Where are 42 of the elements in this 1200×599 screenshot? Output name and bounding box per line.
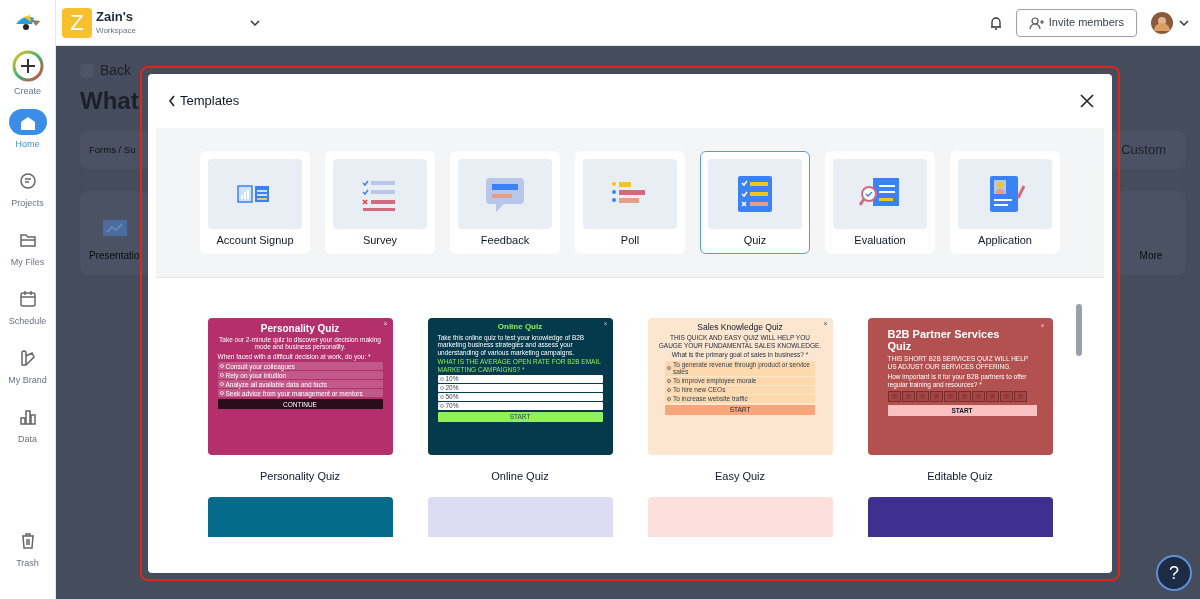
plus-icon (11, 50, 44, 82)
chevron-down-icon[interactable] (1178, 17, 1190, 28)
preview-title: B2B Partner Services Quiz (887, 328, 1001, 353)
template-name: Personality Quiz (259, 469, 341, 484)
category-card[interactable]: Quiz (700, 151, 810, 254)
category-card[interactable]: Account Signup (200, 151, 310, 254)
invite-members-button[interactable]: Invite members (1015, 8, 1137, 37)
sidebar-item[interactable]: Data (0, 404, 56, 463)
scrollbar-thumb[interactable] (1076, 304, 1082, 356)
add-user-icon (1028, 15, 1045, 30)
sidebar-item[interactable]: Create (0, 50, 56, 109)
template-name: Easy Quiz (714, 469, 766, 484)
category-card[interactable]: Survey (325, 151, 435, 254)
preview-title: Personality Quiz (260, 323, 340, 334)
chevron-down-icon[interactable] (248, 17, 261, 28)
category-card[interactable]: Evaluation (825, 151, 935, 254)
close-icon[interactable] (1080, 94, 1094, 108)
sidebar-item[interactable]: Trash (0, 528, 56, 587)
bar-chart-icon (17, 407, 38, 427)
calendar-icon (17, 289, 38, 309)
back-button[interactable]: Templates (168, 91, 240, 111)
sidebar-item[interactable]: My Files (0, 227, 56, 286)
quiz-preview[interactable] (207, 318, 393, 455)
user-avatar[interactable] (1151, 11, 1173, 34)
chevron-left-icon (168, 95, 176, 107)
category-card[interactable]: Application (950, 151, 1060, 254)
workspace-name: Zain's (96, 9, 135, 26)
quiz-preview[interactable] (427, 318, 613, 455)
sidebar-item[interactable]: My Brand (0, 345, 56, 404)
template-name: Editable Quiz (927, 469, 993, 484)
preview-title: Sales Knowledge Quiz (697, 323, 783, 333)
help-button[interactable]: ? (1156, 555, 1192, 591)
quiz-preview[interactable] (867, 318, 1053, 455)
category-card[interactable]: Poll (575, 151, 685, 254)
sidebar-item[interactable]: Home (0, 109, 56, 168)
logo-icon[interactable] (13, 12, 42, 32)
category-card[interactable]: Feedback (450, 151, 560, 254)
preview-title: Online Quiz (497, 323, 543, 332)
workspace-label: Workspace (96, 25, 136, 36)
sidebar-item[interactable]: Projects (0, 168, 56, 227)
sidebar-item[interactable]: Schedule (0, 286, 56, 345)
template-name: Online Quiz (491, 469, 549, 484)
